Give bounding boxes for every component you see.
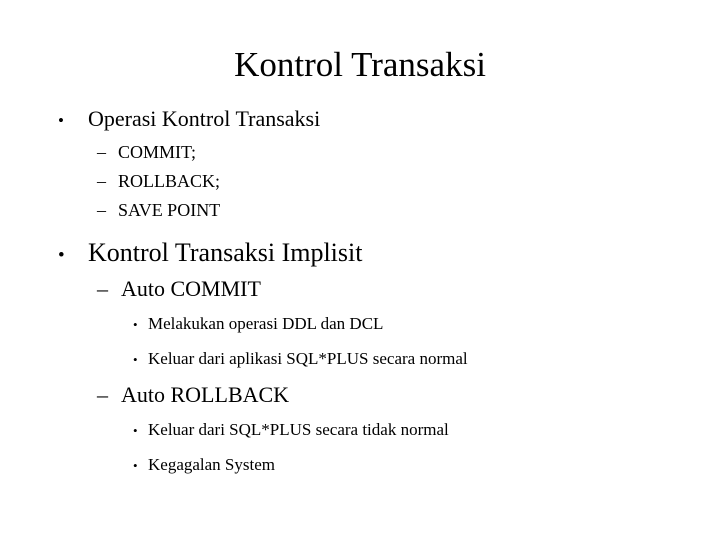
bullet-dash-icon: – [97, 200, 106, 220]
list-item-level3-keluar-tidak-normal: • Keluar dari SQL*PLUS secara tidak norm… [0, 413, 720, 448]
list-item-level2-auto-rollback: – Auto ROLLBACK [0, 377, 720, 413]
list-item-level2-auto-commit: – Auto COMMIT [0, 271, 720, 307]
bullet-dot-icon: • [133, 352, 138, 367]
list-item-label: SAVE POINT [118, 200, 221, 220]
list-item-level3-keluar-normal: • Keluar dari aplikasi SQL*PLUS secara n… [0, 342, 720, 377]
list-item-level2-save-point: – SAVE POINT [0, 196, 720, 225]
list-item-label: Auto ROLLBACK [121, 382, 290, 407]
list-item-label: Keluar dari aplikasi SQL*PLUS secara nor… [148, 349, 468, 368]
list-item-label: Kontrol Transaksi Implisit [88, 238, 363, 267]
bullet-dash-icon: – [97, 276, 108, 301]
list-item-label: Auto COMMIT [121, 276, 261, 301]
bullet-dot-icon: • [58, 245, 65, 266]
page-title: Kontrol Transaksi [234, 45, 486, 84]
list-item-level1-implisit: • Kontrol Transaksi Implisit [0, 235, 720, 271]
list-item-label: ROLLBACK; [118, 171, 221, 191]
slide: Kontrol Transaksi • Operasi Kontrol Tran… [0, 0, 720, 540]
bullet-dot-icon: • [58, 111, 64, 130]
list-item-level1-operasi: • Operasi Kontrol Transaksi [0, 104, 720, 136]
bullet-dot-icon: • [133, 423, 138, 438]
list-item-level2-commit: – COMMIT; [0, 138, 720, 167]
list-item-level3-kegagalan-system: • Kegagalan System [0, 448, 720, 483]
list-item-level3-ddl-dcl: • Melakukan operasi DDL dan DCL [0, 307, 720, 342]
list-item-label: Melakukan operasi DDL dan DCL [148, 314, 384, 333]
list-item-label: Keluar dari SQL*PLUS secara tidak normal [148, 420, 449, 439]
bullet-dash-icon: – [97, 382, 108, 407]
bullet-dash-icon: – [97, 142, 106, 162]
slide-body: • Operasi Kontrol Transaksi – COMMIT; – … [0, 104, 720, 483]
bullet-dot-icon: • [133, 458, 138, 473]
list-item-label: Kegagalan System [148, 455, 275, 474]
bullet-dash-icon: – [97, 171, 106, 191]
bullet-dot-icon: • [133, 317, 138, 332]
list-item-label: Operasi Kontrol Transaksi [88, 106, 321, 131]
list-item-level2-rollback: – ROLLBACK; [0, 167, 720, 196]
list-item-label: COMMIT; [118, 142, 197, 162]
